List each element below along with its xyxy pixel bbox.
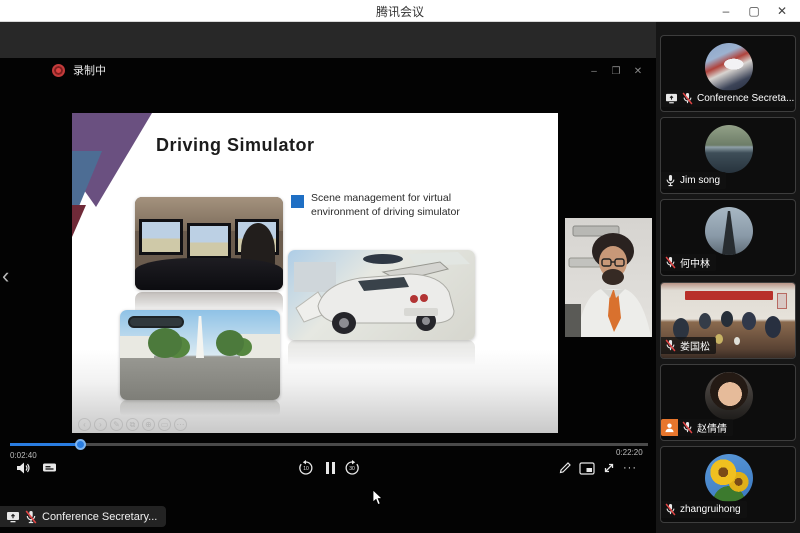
total-duration: 0:22:20 [616,448,643,457]
virtual-car-reflection [288,340,475,370]
tencent-meeting-window: 腾讯会议 – ▢ ✕ 录制中 – ❐ ✕ ‹ Driving Simulator… [0,0,800,533]
participant-tile-hezhonglin[interactable]: 何中林 [660,199,796,276]
mic-muted-icon [665,339,676,352]
annotate-button[interactable] [556,459,574,477]
monument-shape [196,316,204,358]
participant-nametag: 娄国松 [661,337,716,354]
participant-tile-louguosong[interactable]: 娄国松 [660,282,796,359]
participant-name: zhangruihong [680,504,741,515]
participant-tile-zhaoqianqian[interactable]: 赵倩倩 [660,364,796,441]
participant-nametag: 何中林 [661,254,716,271]
recording-indicator: 录制中 [52,62,106,78]
participant-nametag: Jim song [661,172,726,189]
avatar-vr-headset [705,43,753,91]
more-options-button[interactable]: ··· [621,459,639,477]
mic-muted-icon [682,421,693,434]
slide-subtitle-icon[interactable]: ▭ [158,418,171,431]
recording-label: 录制中 [73,62,106,78]
presenter-graphic [565,218,652,337]
car-render-graphic [288,250,475,340]
rewind-10s-button[interactable]: 10 [297,459,315,477]
virtual-scene-image [120,310,280,400]
shared-window-controls: – ❐ ✕ [588,66,644,77]
participant-nametag: Conference Secreta... [661,90,796,107]
minimize-icon[interactable]: – [712,0,740,22]
slide-prev-icon[interactable]: ‹ [78,418,91,431]
participants-sidebar: Conference Secreta... Jim song [656,22,800,533]
progress-handle[interactable] [75,439,86,450]
slide-next-icon[interactable]: › [94,418,107,431]
participant-tile-jim-song[interactable]: Jim song [660,117,796,194]
stage-top-strip [0,22,656,58]
stage-owner-nametag: Conference Secretary... [0,506,166,527]
avatar-woman-portrait [705,372,753,420]
slide-bullet-text: Scene management for virtual environment… [311,192,469,220]
fullscreen-button[interactable] [600,459,618,477]
slide-zoom-icon[interactable]: ⊕ [142,418,155,431]
playback-progress-bar[interactable] [10,443,648,446]
bullet-square-icon [291,195,304,208]
slideshow-nav-controls: ‹ › ✎ ⧉ ⊕ ▭ ⋯ [78,418,187,431]
slide-decor-triangle-maroon [72,205,86,237]
recording-dot-icon [52,64,65,77]
avatar-eiffel-tower [705,207,753,255]
mic-muted-icon [665,256,676,269]
participant-name: Conference Secreta... [697,93,794,104]
participant-name: 赵倩倩 [697,420,727,435]
window-title: 腾讯会议 [0,3,800,20]
participant-tile-conference-secretary[interactable]: Conference Secreta... [660,35,796,112]
participant-nametag: 赵倩倩 [661,419,733,436]
subtitle-panel-button[interactable] [40,459,58,477]
participant-name: 何中林 [680,255,710,270]
member-badge-icon [661,419,678,436]
progress-fill [10,443,80,446]
shared-restore-icon[interactable]: ❐ [610,66,622,77]
simulator-photo [135,197,283,290]
slide-overview-icon[interactable]: ⧉ [126,418,139,431]
window-controls: – ▢ ✕ [712,0,796,22]
more-icon: ··· [623,462,637,474]
mouse-cursor [372,490,383,511]
mic-muted-icon [25,510,37,524]
participant-name: Jim song [680,175,720,186]
forward-30s-button[interactable]: 30 [343,459,361,477]
slide-title: Driving Simulator [156,135,315,156]
participant-nametag: zhangruihong [661,501,747,518]
avatar-lake-landscape [705,125,753,173]
rewind-amount: 10 [297,466,315,472]
shared-minimize-icon[interactable]: – [588,66,600,77]
presenter-video[interactable] [565,218,652,337]
stage-owner-name: Conference Secretary... [42,511,157,523]
pause-button[interactable] [321,459,339,477]
mic-muted-icon [682,92,693,105]
shared-close-icon[interactable]: ✕ [632,66,644,77]
participant-tile-zhangruihong[interactable]: zhangruihong [660,446,796,523]
virtual-scene-reflection [120,400,280,418]
pause-icon [326,462,335,474]
picture-in-picture-button[interactable] [578,459,596,477]
screen-share-icon [6,511,20,523]
screen-share-icon [665,93,678,104]
slide-more-icon[interactable]: ⋯ [174,418,187,431]
previous-page-chevron-icon[interactable]: ‹ [2,265,9,287]
slide-pen-icon[interactable]: ✎ [110,418,123,431]
main-stage: 录制中 – ❐ ✕ ‹ Driving Simulator Scene mana… [0,22,656,533]
volume-button[interactable] [14,459,32,477]
participant-name: 娄国松 [680,338,710,353]
forward-amount: 30 [343,466,361,472]
maximize-icon[interactable]: ▢ [740,0,768,22]
titlebar: 腾讯会议 – ▢ ✕ [0,0,800,22]
virtual-car-image [288,250,475,340]
mic-on-icon [665,174,676,187]
close-icon[interactable]: ✕ [768,0,796,22]
avatar-sunflowers [705,454,753,502]
rearview-mirror-shape [128,316,184,328]
mic-muted-icon [665,503,676,516]
shared-slide: Driving Simulator Scene management for v… [72,113,558,433]
